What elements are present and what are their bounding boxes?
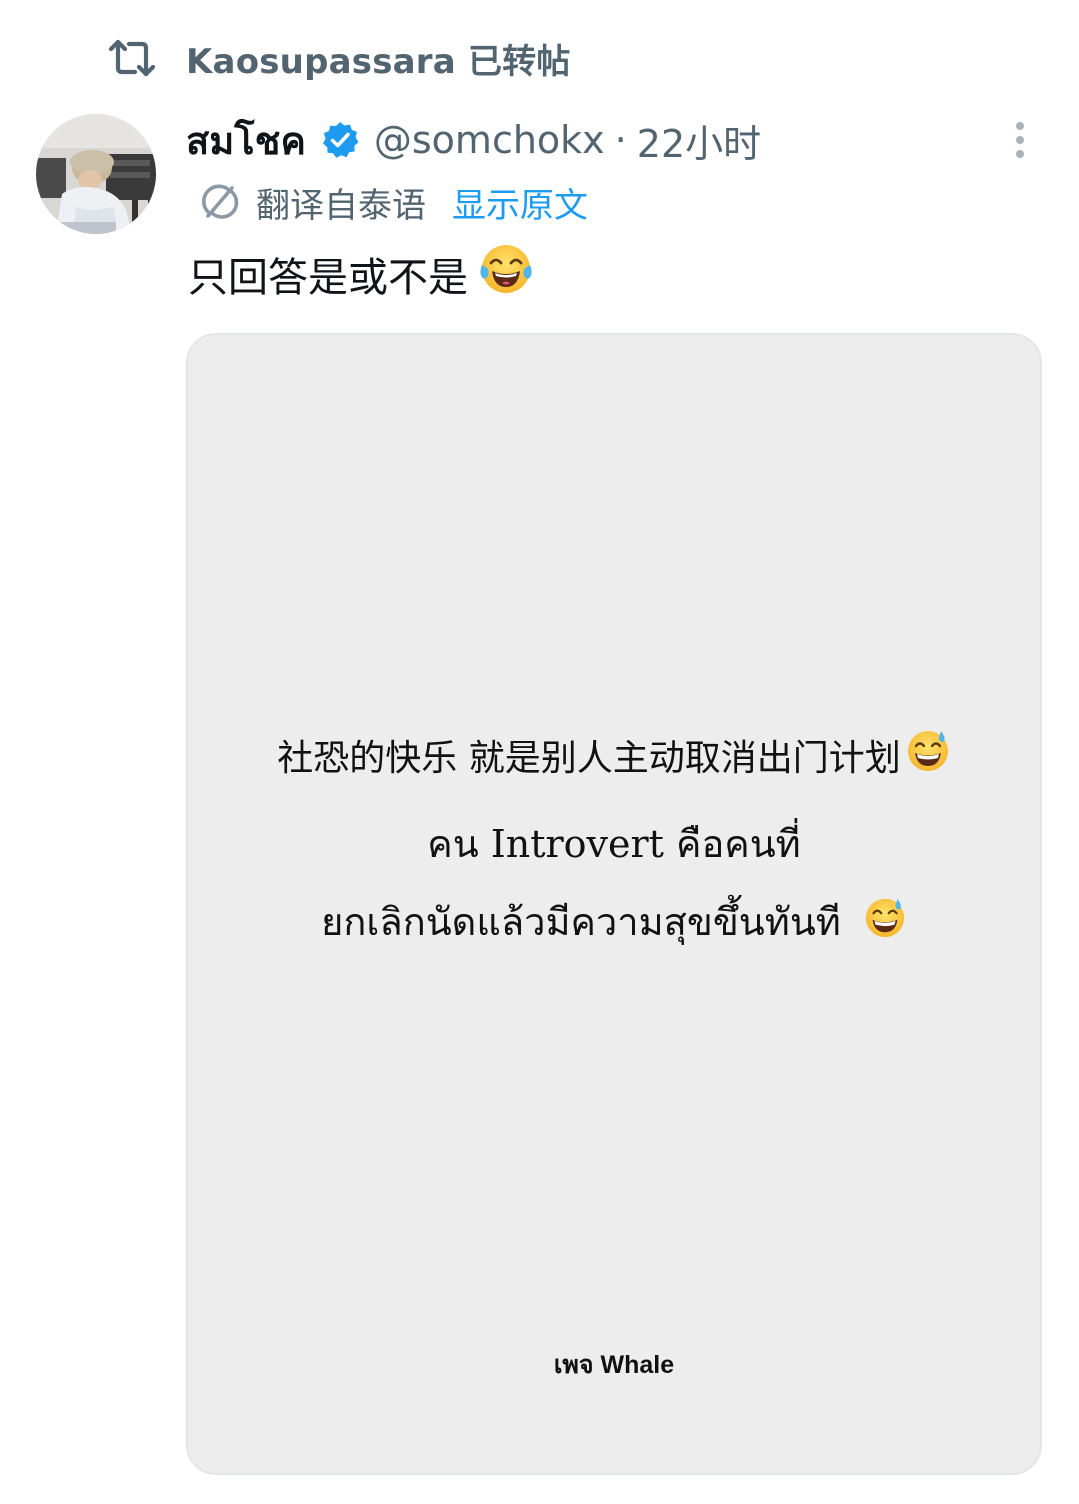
media-credit: เพจ Whale: [553, 1351, 675, 1379]
post-body: 只回答是或不是: [188, 255, 468, 301]
show-original-link[interactable]: 显示原文: [452, 178, 588, 227]
translation-row: 翻译自泰语 显示原文: [198, 176, 588, 228]
media-caption-thai-2-text: ยกเลิกนัดแล้วมีความสุขขึ้นทันที: [321, 900, 841, 944]
repost-icon: [108, 34, 156, 82]
verified-badge-icon[interactable]: [320, 120, 360, 160]
media-caption-chinese: 社恐的快乐 就是别人主动取消出门计划: [188, 727, 1040, 782]
repost-label: Kaosupassara 已转帖: [186, 41, 571, 82]
more-vertical-icon: [1016, 122, 1024, 130]
grinning-sweat-emoji-icon: [905, 727, 951, 782]
avatar[interactable]: [36, 114, 156, 234]
translation-label: 翻译自泰语: [256, 185, 426, 226]
media-caption-chinese-text: 社恐的快乐 就是别人主动取消出门计划: [277, 737, 901, 779]
repost-indicator[interactable]: Kaosupassara 已转帖: [108, 30, 571, 86]
more-options-button[interactable]: [1000, 116, 1040, 164]
user-handle[interactable]: @somchokx: [374, 118, 605, 162]
media-image[interactable]: 社恐的快乐 就是别人主动取消出门计划 คน Introvert คือคนที่…: [186, 333, 1042, 1475]
grinning-sweat-emoji-icon: [863, 895, 907, 948]
post-text: 只回答是或不是: [188, 244, 534, 304]
tears-of-joy-emoji-icon: [478, 241, 534, 307]
display-name[interactable]: สมโชค: [186, 110, 306, 171]
post-header: สมโชค @somchokx · 22小时: [186, 110, 761, 170]
separator-dot: ·: [614, 118, 627, 162]
media-caption-thai-1: คน Introvert คือคนที่: [427, 822, 801, 866]
post-time[interactable]: 22小时: [637, 113, 761, 168]
media-caption-thai-2: ยกเลิกนัดแล้วมีความสุขขึ้นทันที: [188, 891, 1040, 952]
translate-icon: [198, 180, 242, 224]
